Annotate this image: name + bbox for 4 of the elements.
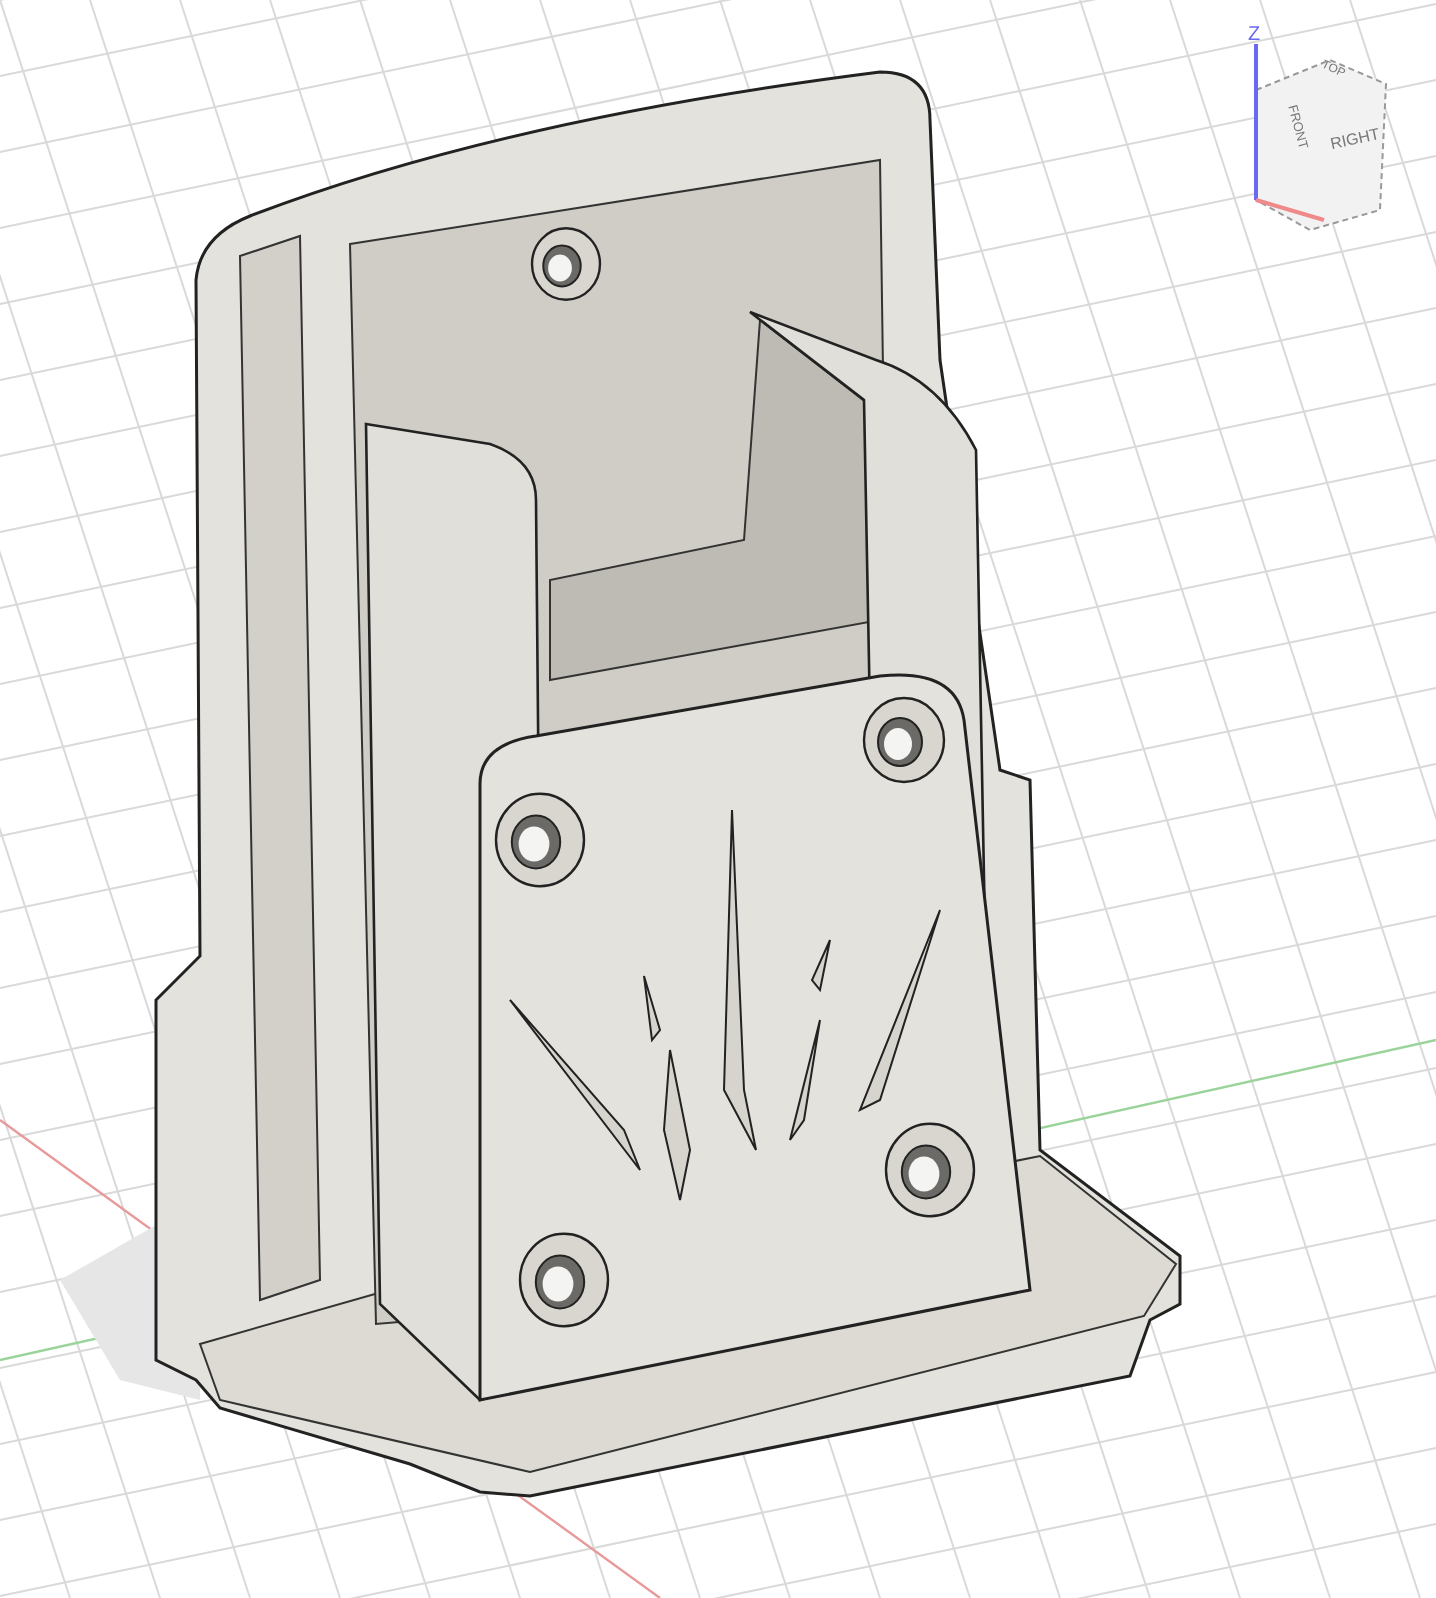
view-cube[interactable] <box>1255 58 1388 232</box>
x-axis-indicator-line <box>1255 198 1325 222</box>
cube-face-label: RIGHT <box>1328 125 1382 154</box>
z-axis-label: Z <box>1248 24 1261 46</box>
